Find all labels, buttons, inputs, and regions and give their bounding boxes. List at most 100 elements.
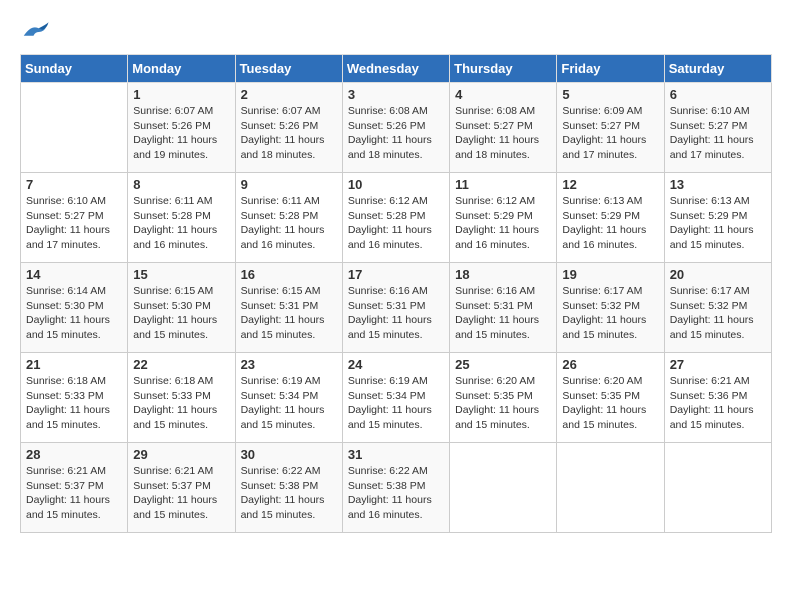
calendar-table: SundayMondayTuesdayWednesdayThursdayFrid… [20, 54, 772, 533]
week-row-3: 14Sunrise: 6:14 AM Sunset: 5:30 PM Dayli… [21, 263, 772, 353]
day-number: 7 [26, 177, 122, 192]
day-cell: 16 Sunrise: 6:15 AM Sunset: 5:31 PM Dayli… [235, 263, 342, 353]
day-info: Sunrise: 6:10 AM Sunset: 5:27 PM Dayligh… [670, 104, 766, 163]
week-row-1: 1 Sunrise: 6:07 AM Sunset: 5:26 PM Daylig… [21, 83, 772, 173]
day-cell: 15 Sunrise: 6:15 AM Sunset: 5:30 PM Dayli… [128, 263, 235, 353]
day-info: Sunrise: 6:09 AM Sunset: 5:27 PM Dayligh… [562, 104, 658, 163]
day-cell: 22 Sunrise: 6:18 AM Sunset: 5:33 PM Dayli… [128, 353, 235, 443]
day-cell: 26 Sunrise: 6:20 AM Sunset: 5:35 PM Dayli… [557, 353, 664, 443]
day-cell: 18 Sunrise: 6:16 AM Sunset: 5:31 PM Dayli… [450, 263, 557, 353]
day-cell [450, 443, 557, 533]
day-number: 24 [348, 357, 444, 372]
header-cell-sunday: Sunday [21, 55, 128, 83]
day-cell: 21Sunrise: 6:18 AM Sunset: 5:33 PM Dayli… [21, 353, 128, 443]
day-info: Sunrise: 6:15 AM Sunset: 5:30 PM Dayligh… [133, 284, 229, 343]
day-cell: 2 Sunrise: 6:07 AM Sunset: 5:26 PM Daylig… [235, 83, 342, 173]
day-info: Sunrise: 6:13 AM Sunset: 5:29 PM Dayligh… [670, 194, 766, 253]
day-info: Sunrise: 6:20 AM Sunset: 5:35 PM Dayligh… [562, 374, 658, 433]
day-info: Sunrise: 6:20 AM Sunset: 5:35 PM Dayligh… [455, 374, 551, 433]
day-number: 6 [670, 87, 766, 102]
day-info: Sunrise: 6:21 AM Sunset: 5:37 PM Dayligh… [26, 464, 122, 523]
day-cell: 4 Sunrise: 6:08 AM Sunset: 5:27 PM Daylig… [450, 83, 557, 173]
day-info: Sunrise: 6:21 AM Sunset: 5:36 PM Dayligh… [670, 374, 766, 433]
header-cell-wednesday: Wednesday [342, 55, 449, 83]
day-cell: 28 Sunrise: 6:21 AM Sunset: 5:37 PM Dayli… [21, 443, 128, 533]
day-number: 3 [348, 87, 444, 102]
day-number: 13 [670, 177, 766, 192]
day-number: 25 [455, 357, 551, 372]
day-info: Sunrise: 6:07 AM Sunset: 5:26 PM Dayligh… [241, 104, 337, 163]
day-cell: 24 Sunrise: 6:19 AM Sunset: 5:34 PM Dayli… [342, 353, 449, 443]
day-number: 18 [455, 267, 551, 282]
day-number: 1 [133, 87, 229, 102]
header-cell-friday: Friday [557, 55, 664, 83]
day-number: 9 [241, 177, 337, 192]
day-number: 17 [348, 267, 444, 282]
day-info: Sunrise: 6:07 AM Sunset: 5:26 PM Dayligh… [133, 104, 229, 163]
day-cell: 29 Sunrise: 6:21 AM Sunset: 5:37 PM Dayli… [128, 443, 235, 533]
day-info: Sunrise: 6:18 AM Sunset: 5:33 PM Dayligh… [26, 374, 122, 433]
day-number: 28 [26, 447, 122, 462]
day-info: Sunrise: 6:19 AM Sunset: 5:34 PM Dayligh… [348, 374, 444, 433]
day-cell: 12 Sunrise: 6:13 AM Sunset: 5:29 PM Dayli… [557, 173, 664, 263]
day-cell [664, 443, 771, 533]
day-cell: 9 Sunrise: 6:11 AM Sunset: 5:28 PM Daylig… [235, 173, 342, 263]
day-number: 23 [241, 357, 337, 372]
day-cell: 7 Sunrise: 6:10 AM Sunset: 5:27 PM Daylig… [21, 173, 128, 263]
week-row-4: 21Sunrise: 6:18 AM Sunset: 5:33 PM Dayli… [21, 353, 772, 443]
day-info: Sunrise: 6:12 AM Sunset: 5:28 PM Dayligh… [348, 194, 444, 253]
day-number: 5 [562, 87, 658, 102]
day-number: 16 [241, 267, 337, 282]
logo-icon [20, 20, 50, 44]
day-info: Sunrise: 6:10 AM Sunset: 5:27 PM Dayligh… [26, 194, 122, 253]
day-info: Sunrise: 6:13 AM Sunset: 5:29 PM Dayligh… [562, 194, 658, 253]
day-info: Sunrise: 6:08 AM Sunset: 5:27 PM Dayligh… [455, 104, 551, 163]
day-info: Sunrise: 6:19 AM Sunset: 5:34 PM Dayligh… [241, 374, 337, 433]
day-number: 30 [241, 447, 337, 462]
day-info: Sunrise: 6:11 AM Sunset: 5:28 PM Dayligh… [241, 194, 337, 253]
week-row-2: 7 Sunrise: 6:10 AM Sunset: 5:27 PM Daylig… [21, 173, 772, 263]
day-info: Sunrise: 6:17 AM Sunset: 5:32 PM Dayligh… [670, 284, 766, 343]
day-info: Sunrise: 6:22 AM Sunset: 5:38 PM Dayligh… [241, 464, 337, 523]
day-number: 4 [455, 87, 551, 102]
day-number: 8 [133, 177, 229, 192]
day-cell: 31Sunrise: 6:22 AM Sunset: 5:38 PM Dayli… [342, 443, 449, 533]
logo [20, 20, 54, 44]
day-cell: 23 Sunrise: 6:19 AM Sunset: 5:34 PM Dayli… [235, 353, 342, 443]
header-cell-tuesday: Tuesday [235, 55, 342, 83]
day-number: 19 [562, 267, 658, 282]
day-cell: 25 Sunrise: 6:20 AM Sunset: 5:35 PM Dayli… [450, 353, 557, 443]
day-cell: 5 Sunrise: 6:09 AM Sunset: 5:27 PM Daylig… [557, 83, 664, 173]
day-info: Sunrise: 6:08 AM Sunset: 5:26 PM Dayligh… [348, 104, 444, 163]
day-cell: 13 Sunrise: 6:13 AM Sunset: 5:29 PM Dayli… [664, 173, 771, 263]
day-info: Sunrise: 6:16 AM Sunset: 5:31 PM Dayligh… [455, 284, 551, 343]
header-cell-saturday: Saturday [664, 55, 771, 83]
day-info: Sunrise: 6:11 AM Sunset: 5:28 PM Dayligh… [133, 194, 229, 253]
header [20, 20, 772, 44]
day-number: 26 [562, 357, 658, 372]
day-info: Sunrise: 6:18 AM Sunset: 5:33 PM Dayligh… [133, 374, 229, 433]
day-cell: 6 Sunrise: 6:10 AM Sunset: 5:27 PM Daylig… [664, 83, 771, 173]
day-number: 15 [133, 267, 229, 282]
day-number: 29 [133, 447, 229, 462]
day-number: 22 [133, 357, 229, 372]
day-number: 2 [241, 87, 337, 102]
day-cell: 8 Sunrise: 6:11 AM Sunset: 5:28 PM Daylig… [128, 173, 235, 263]
day-info: Sunrise: 6:21 AM Sunset: 5:37 PM Dayligh… [133, 464, 229, 523]
day-number: 31 [348, 447, 444, 462]
day-number: 20 [670, 267, 766, 282]
day-info: Sunrise: 6:12 AM Sunset: 5:29 PM Dayligh… [455, 194, 551, 253]
day-cell: 27 Sunrise: 6:21 AM Sunset: 5:36 PM Dayli… [664, 353, 771, 443]
day-number: 27 [670, 357, 766, 372]
week-row-5: 28 Sunrise: 6:21 AM Sunset: 5:37 PM Dayli… [21, 443, 772, 533]
day-info: Sunrise: 6:15 AM Sunset: 5:31 PM Dayligh… [241, 284, 337, 343]
day-cell: 3 Sunrise: 6:08 AM Sunset: 5:26 PM Daylig… [342, 83, 449, 173]
day-cell: 10Sunrise: 6:12 AM Sunset: 5:28 PM Dayli… [342, 173, 449, 263]
day-cell [21, 83, 128, 173]
day-cell: 1 Sunrise: 6:07 AM Sunset: 5:26 PM Daylig… [128, 83, 235, 173]
day-number: 12 [562, 177, 658, 192]
day-number: 11 [455, 177, 551, 192]
header-cell-thursday: Thursday [450, 55, 557, 83]
day-cell [557, 443, 664, 533]
day-info: Sunrise: 6:14 AM Sunset: 5:30 PM Dayligh… [26, 284, 122, 343]
